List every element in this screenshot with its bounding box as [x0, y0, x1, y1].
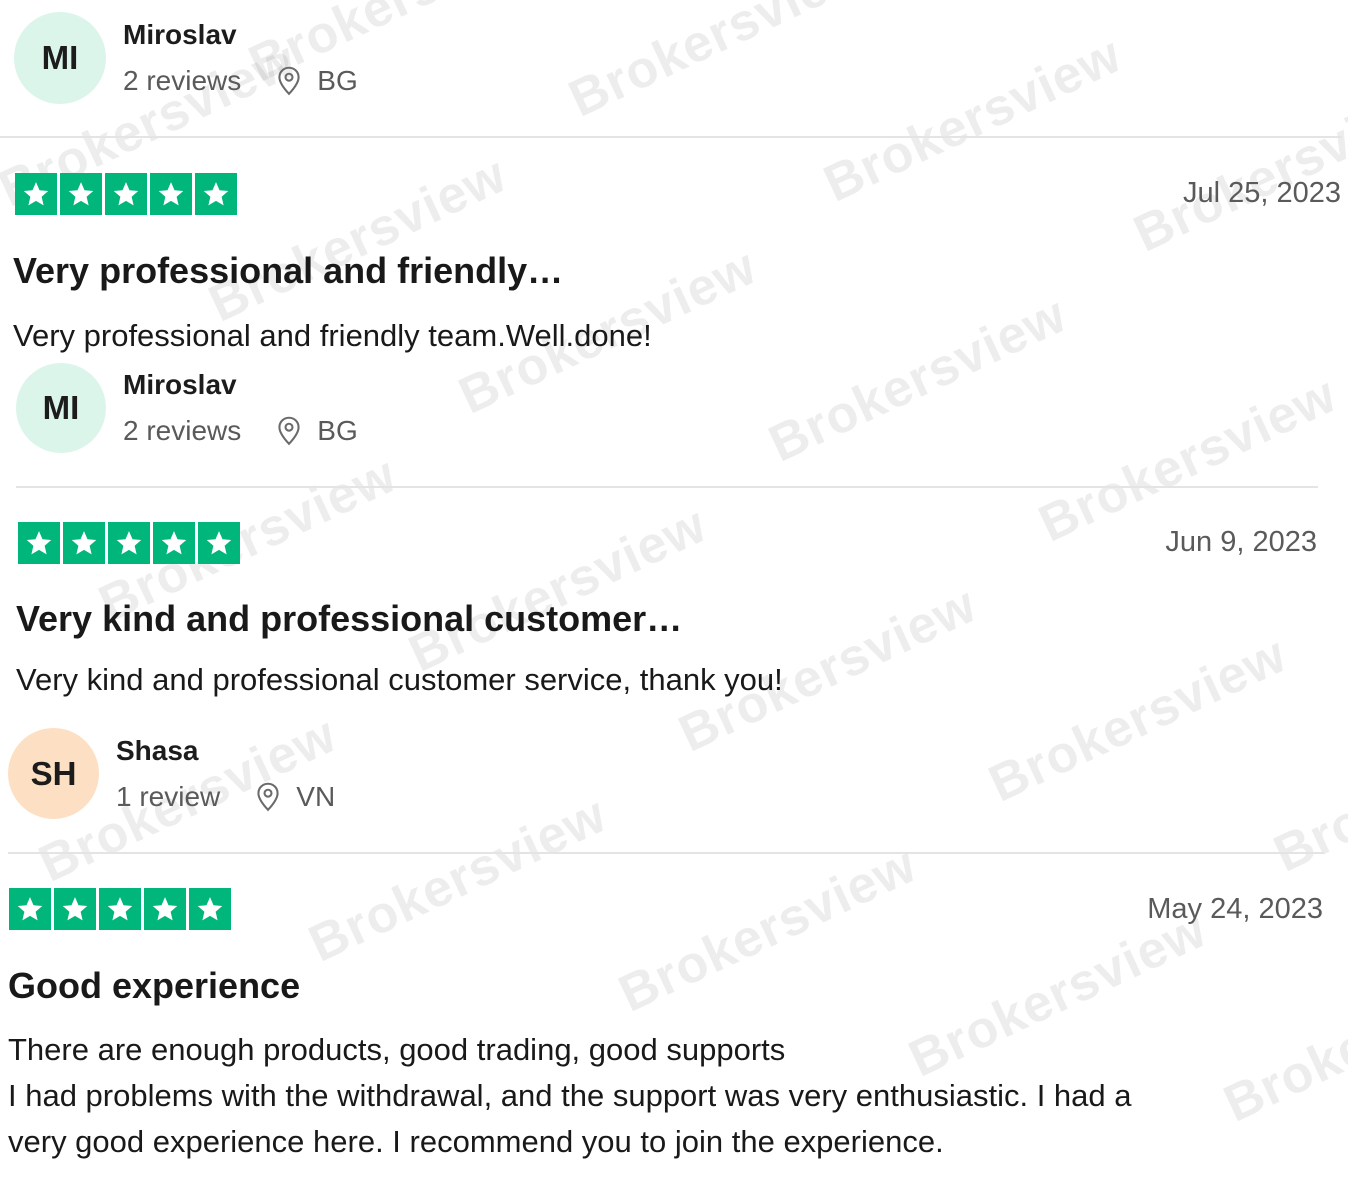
review-text-line: very good experience here. I recommend y… [8, 1124, 944, 1159]
review-count: 2 reviews [123, 415, 242, 446]
watermark: Brokersview [815, 25, 1131, 214]
review-body: Very kind and professional customer serv… [16, 657, 783, 703]
avatar: SH [8, 728, 99, 819]
review-body: Very professional and friendly team.Well… [13, 313, 652, 359]
reviewer-profile[interactable]: MI Miroslav 2 reviews BG [16, 363, 358, 453]
divider [8, 852, 1324, 854]
star-icon [153, 522, 195, 564]
location-code: VN [296, 780, 336, 812]
review-text-line: Very kind and professional customer serv… [16, 662, 783, 697]
watermark: Brokersview [1265, 695, 1348, 884]
star-icon [60, 173, 102, 215]
star-icon [54, 888, 96, 930]
reviewer-name[interactable]: Shasa [116, 735, 335, 767]
reviewer-profile[interactable]: SH Shasa 1 review VN [8, 728, 335, 819]
star-icon [9, 888, 51, 930]
location-pin-icon [278, 66, 300, 96]
review-date: May 24, 2023 [1147, 893, 1323, 925]
review-count: 2 reviews [123, 65, 242, 96]
divider [0, 136, 1342, 138]
star-icon [195, 173, 237, 215]
reviewer-info: Miroslav 2 reviews BG [123, 19, 358, 97]
star-icon [99, 888, 141, 930]
reviewer-meta: 2 reviews BG [123, 65, 358, 97]
review-count: 1 review [116, 780, 221, 812]
star-rating [18, 522, 240, 564]
avatar: MI [16, 363, 106, 453]
location-pin-icon [278, 416, 300, 446]
watermark: Brokersview [1215, 945, 1348, 1134]
review-title[interactable]: Good experience [8, 965, 300, 1007]
reviewer-location: VN [254, 781, 335, 813]
watermark: Brokersview [610, 835, 926, 1024]
star-icon [108, 522, 150, 564]
star-icon [150, 173, 192, 215]
watermark: Brokersview [980, 625, 1296, 814]
review-date: Jul 25, 2023 [1182, 177, 1341, 209]
reviews-page: Brokersview Brokersview Brokersview Brok… [0, 0, 1348, 1177]
star-icon [144, 888, 186, 930]
watermark: Brokersview [400, 495, 716, 684]
star-icon [105, 173, 147, 215]
reviewer-location: BG [275, 415, 358, 447]
review-text-line: I had problems with the withdrawal, and … [8, 1078, 1132, 1113]
review-body: There are enough products, good trading,… [8, 1027, 1132, 1165]
reviewer-meta: 1 review VN [116, 781, 335, 813]
reviewer-meta: 2 reviews BG [123, 415, 358, 447]
watermark: Brokersview [1125, 75, 1348, 264]
reviewer-name[interactable]: Miroslav [123, 369, 358, 401]
watermark: Brokersview [560, 0, 876, 129]
review-text-line: There are enough products, good trading,… [8, 1032, 786, 1067]
review-text-line: Very professional and friendly team.Well… [13, 318, 652, 353]
star-icon [63, 522, 105, 564]
star-icon [18, 522, 60, 564]
divider [16, 486, 1318, 488]
reviewer-info: Miroslav 2 reviews BG [123, 369, 358, 447]
watermark: Brokersview [760, 285, 1076, 474]
watermark: Brokersview [200, 145, 516, 334]
star-icon [198, 522, 240, 564]
star-rating [9, 888, 231, 930]
review-date: Jun 9, 2023 [1165, 526, 1317, 558]
reviewer-name[interactable]: Miroslav [123, 19, 358, 51]
star-rating [15, 173, 237, 215]
location-code: BG [317, 65, 358, 96]
reviewer-location: BG [275, 65, 358, 97]
reviewer-info: Shasa 1 review VN [116, 735, 335, 813]
review-title[interactable]: Very professional and friendly… [13, 250, 563, 292]
star-icon [15, 173, 57, 215]
watermark: Brokersview [300, 785, 616, 974]
star-icon [189, 888, 231, 930]
avatar: MI [14, 12, 106, 104]
location-code: BG [317, 415, 358, 446]
location-pin-icon [257, 782, 279, 811]
reviewer-profile[interactable]: MI Miroslav 2 reviews BG [14, 12, 358, 104]
review-title[interactable]: Very kind and professional customer… [16, 598, 682, 640]
